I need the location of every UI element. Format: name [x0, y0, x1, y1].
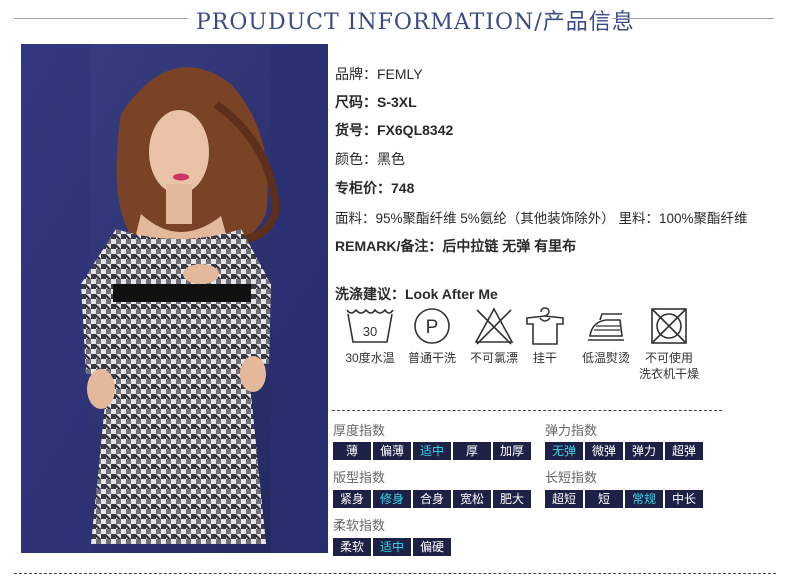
fit-option-chip: 宽松	[453, 490, 491, 508]
size-row: 尺码：S-3XL	[335, 92, 417, 112]
softness-option-chip: 偏硬	[413, 538, 451, 556]
softness-option-chip: 柔软	[333, 538, 371, 556]
care-title-value: Look After Me	[405, 286, 498, 302]
length-option-chip: 短	[585, 490, 623, 508]
price-value: 748	[391, 180, 415, 196]
care-title: 洗涤建议：Look After Me	[335, 284, 498, 304]
item-no-label: 货号：	[335, 122, 377, 138]
length-option-chip: 常规	[625, 490, 663, 508]
fit-option-chip: 修身	[373, 490, 411, 508]
thickness-option-chip: 加厚	[493, 442, 531, 460]
thickness-options: 薄偏薄 适中厚加厚	[333, 442, 531, 460]
care-label-no-tumble-dry-line1: 不可使用	[644, 351, 693, 365]
elasticity-option-chip: 超弹	[665, 442, 703, 460]
care-label-no-tumble-dry-line2: 洗衣机干燥	[638, 367, 699, 381]
divider-top	[332, 410, 722, 411]
item-no-value: FX6QL8342	[377, 122, 454, 138]
care-item-no-tumble-dry: 不可使用 洗衣机干燥	[638, 306, 700, 382]
no-tumble-dry-icon	[651, 308, 687, 344]
fit-title: 版型指数	[333, 470, 386, 485]
dry-clean-icon: P	[414, 308, 450, 344]
size-value: S-3XL	[377, 94, 417, 110]
remark-row: REMARK/备注：后中拉链 无弹 有里布	[335, 238, 577, 254]
brand-value: FEMLY	[377, 66, 423, 82]
product-photo	[21, 44, 328, 553]
care-title-label: 洗涤建议：	[335, 286, 405, 302]
elasticity-option-chip: 弹力	[625, 442, 663, 460]
thickness-option-chip: 偏薄	[373, 442, 411, 460]
thickness-option-chip: 适中	[413, 442, 451, 460]
elasticity-title: 弹力指数	[545, 423, 598, 438]
svg-text:30: 30	[363, 324, 377, 339]
softness-title: 柔软指数	[333, 518, 386, 533]
wash-30-icon: 30	[346, 308, 394, 343]
hang-dry-icon	[526, 307, 564, 345]
fit-option-chip: 紧身	[333, 490, 371, 508]
color-label: 颜色：	[335, 151, 377, 167]
color-row: 颜色：黑色	[335, 149, 405, 169]
item-no-row: 货号：FX6QL8342	[335, 120, 453, 140]
fit-option-chip: 合身	[413, 490, 451, 508]
divider-bottom	[14, 573, 776, 574]
low-iron-icon	[588, 313, 624, 341]
care-label-low-iron: 低温熨烫	[581, 351, 630, 365]
elasticity-option-chip: 无弹	[545, 442, 583, 460]
thickness-option-chip: 薄	[333, 442, 371, 460]
fit-options: 紧身 修身 合身 宽松 肥大	[333, 490, 531, 508]
size-label: 尺码：	[335, 94, 377, 110]
svg-text:P: P	[426, 317, 439, 338]
softness-options: 柔软 适中 偏硬	[333, 538, 451, 556]
care-label-no-tumble-dry: 不可使用 洗衣机干燥	[638, 350, 700, 382]
softness-option-chip: 适中	[373, 538, 411, 556]
color-value: 黑色	[377, 151, 405, 167]
length-option-chip: 超短	[545, 490, 583, 508]
price-row: 专柜价：748	[335, 178, 414, 198]
elasticity-option-chip: 微弹	[585, 442, 623, 460]
elasticity-options: 无弹 微弹 弹力 超弹	[545, 442, 703, 460]
fit-option-chip: 肥大	[493, 490, 531, 508]
thickness-title: 厚度指数	[333, 423, 386, 438]
price-label: 专柜价：	[335, 180, 391, 196]
care-item-low-iron: 低温熨烫	[566, 306, 646, 366]
length-title: 长短指数	[545, 470, 598, 485]
thickness-option-chip: 厚	[453, 442, 491, 460]
brand-label: 品牌：	[335, 66, 377, 82]
page-title: PROUDUCT INFORMATION/产品信息	[196, 10, 635, 35]
brand-row: 品牌：FEMLY	[335, 64, 423, 84]
header-line-left	[14, 18, 188, 19]
header-line-right	[612, 18, 774, 19]
fabric-row: 面料：95%聚酯纤维 5%氨纶（其他装饰除外） 里料：100%聚酯纤维	[335, 211, 748, 226]
length-option-chip: 中长	[665, 490, 703, 508]
length-options: 超短短常规 中长	[545, 490, 703, 508]
